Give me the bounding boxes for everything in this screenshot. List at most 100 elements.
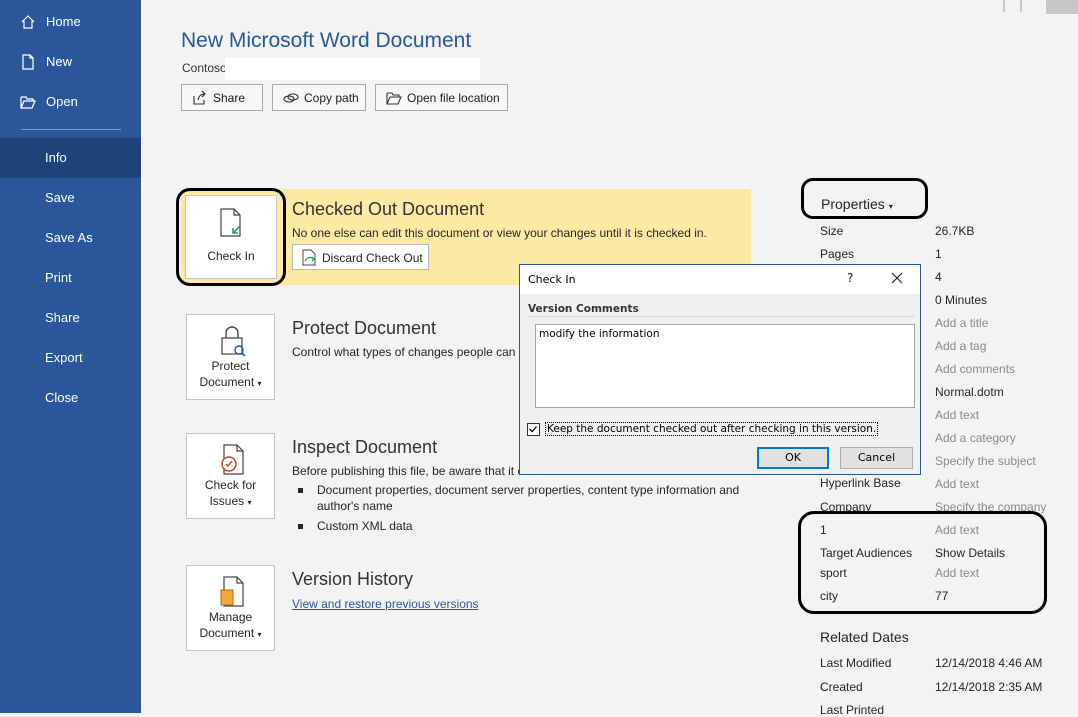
property-value: 4 (935, 270, 942, 284)
specify-subject-field[interactable]: Specify the subject (935, 454, 1036, 468)
version-comments-label: Version Comments (528, 303, 639, 315)
property-label: Company (820, 500, 872, 514)
protect-description: Control what types of changes people can… (292, 345, 529, 359)
city-field[interactable]: 77 (935, 589, 948, 603)
custom-property-field[interactable]: Add text (935, 523, 979, 537)
add-comments-field[interactable]: Add comments (935, 362, 1015, 376)
sidebar-item-label: Close (45, 390, 79, 405)
share-icon (193, 90, 206, 105)
sidebar-item-label: Open (46, 94, 78, 109)
view-previous-versions-link[interactable]: View and restore previous versions (292, 597, 479, 611)
property-label: sport (820, 566, 847, 580)
company-field[interactable]: Specify the company (935, 500, 1046, 514)
manage-button-line2: Document ▾ (187, 625, 274, 643)
sidebar-item-label: New (46, 54, 73, 69)
ok-button[interactable]: OK (757, 447, 829, 469)
sidebar-item-save[interactable]: Save (0, 178, 141, 218)
manage-button-label: Manage Document ▾ (187, 609, 274, 643)
sidebar-item-label: Print (45, 270, 72, 285)
sidebar-item-close[interactable]: Close (0, 378, 141, 418)
folder-open-icon (386, 92, 402, 105)
hyperlink-base-field[interactable]: Add text (935, 477, 979, 491)
dropdown-arrow-icon: ▾ (257, 379, 262, 388)
inspect-button-line1: Check for (204, 478, 257, 492)
sidebar-item-save-as[interactable]: Save As (0, 218, 141, 258)
dropdown-arrow-icon: ▾ (247, 498, 252, 507)
property-label: 1 (820, 523, 827, 537)
version-history-title: Version History (292, 569, 414, 589)
open-file-location-label: Open file location (407, 91, 500, 105)
manage-document-button[interactable]: Manage Document ▾ (186, 565, 275, 651)
property-label: Last Printed (820, 703, 885, 717)
add-text-field[interactable]: Add text (935, 408, 979, 422)
backstage-sidebar: Home New Open Info Save Save As Print Sh… (0, 0, 141, 713)
sidebar-item-new[interactable]: New (0, 42, 141, 82)
sidebar-item-share[interactable]: Share (0, 298, 141, 338)
dialog-title: Check In (528, 273, 576, 286)
protect-button-line1: Protect (211, 359, 250, 373)
sidebar-item-label: Info (45, 150, 67, 165)
check-in-dialog: Check In ? Version Comments modify the i… (519, 264, 921, 475)
manage-versions-icon (220, 576, 244, 607)
sidebar-item-home[interactable]: Home (0, 2, 141, 42)
add-tag-field[interactable]: Add a tag (935, 339, 986, 353)
check-in-button[interactable]: Check In (185, 195, 277, 279)
new-doc-icon (22, 54, 34, 70)
property-value: 26.7KB (935, 224, 975, 238)
discard-checkout-icon (302, 249, 316, 266)
check-in-icon (220, 208, 241, 237)
protect-document-button[interactable]: Protect Document ▾ (186, 314, 275, 400)
close-icon[interactable] (889, 270, 905, 286)
version-comments-input[interactable]: modify the information (535, 324, 915, 408)
property-label: Last Modified (820, 656, 892, 670)
protect-button-label: Protect Document ▾ (187, 358, 274, 392)
property-label: Pages (820, 247, 855, 261)
checkout-title: Checked Out Document (292, 199, 485, 219)
inspect-description: Before publishing this file, be aware th… (292, 464, 524, 478)
open-file-location-button[interactable]: Open file location (375, 84, 508, 111)
share-button[interactable]: Share (181, 84, 263, 111)
sidebar-item-label: Home (46, 14, 81, 29)
document-title: New Microsoft Word Document (181, 29, 472, 52)
add-category-field[interactable]: Add a category (935, 431, 1016, 445)
sidebar-item-print[interactable]: Print (0, 258, 141, 298)
share-button-label: Share (213, 91, 246, 105)
check-for-issues-button[interactable]: Check for Issues ▾ (186, 433, 275, 519)
add-title-field[interactable]: Add a title (935, 316, 988, 330)
sidebar-item-info[interactable]: Info (0, 138, 141, 178)
lock-icon (221, 326, 246, 357)
protect-button-line2: Document ▾ (187, 374, 274, 392)
inspect-button-line2: Issues ▾ (187, 493, 274, 511)
protect-title: Protect Document (292, 318, 437, 338)
dropdown-arrow-icon: ▾ (257, 630, 262, 639)
inspect-button-label: Check for Issues ▾ (187, 477, 274, 511)
properties-dropdown[interactable]: Properties ▾ (821, 196, 893, 212)
sidebar-item-open[interactable]: Open (0, 82, 141, 122)
folder-open-icon (20, 96, 36, 109)
sidebar-item-label: Share (45, 310, 80, 325)
show-details-link[interactable]: Show Details (935, 546, 1005, 560)
template-value: Normal.dotm (935, 385, 1004, 399)
property-label: Target Audiences (820, 546, 913, 560)
check-in-label: Check In (207, 249, 255, 263)
sidebar-item-label: Save As (45, 230, 93, 245)
checkmark-icon (529, 426, 537, 433)
list-item: Document properties, document server pro… (298, 482, 768, 514)
dialog-titlebar: Check In ? (520, 265, 920, 294)
keep-checked-out-checkbox[interactable] (527, 423, 540, 436)
sidebar-item-label: Save (45, 190, 75, 205)
sidebar-item-export[interactable]: Export (0, 338, 141, 378)
discard-checkout-button[interactable]: Discard Check Out (292, 244, 429, 270)
keep-checked-out-label[interactable]: Keep the document checked out after chec… (545, 422, 879, 436)
property-value: 1 (935, 247, 942, 261)
help-button[interactable]: ? (847, 271, 853, 285)
divider (528, 316, 914, 317)
dropdown-arrow-icon: ▾ (888, 202, 893, 211)
manage-button-line2-text: Document (199, 626, 255, 640)
property-value: 0 Minutes (935, 293, 988, 307)
cancel-button[interactable]: Cancel (840, 447, 913, 469)
sport-field[interactable]: Add text (935, 566, 979, 580)
related-dates-title: Related Dates (820, 629, 909, 645)
copy-path-button[interactable]: Copy path (272, 84, 366, 111)
decoration (1046, 0, 1078, 14)
